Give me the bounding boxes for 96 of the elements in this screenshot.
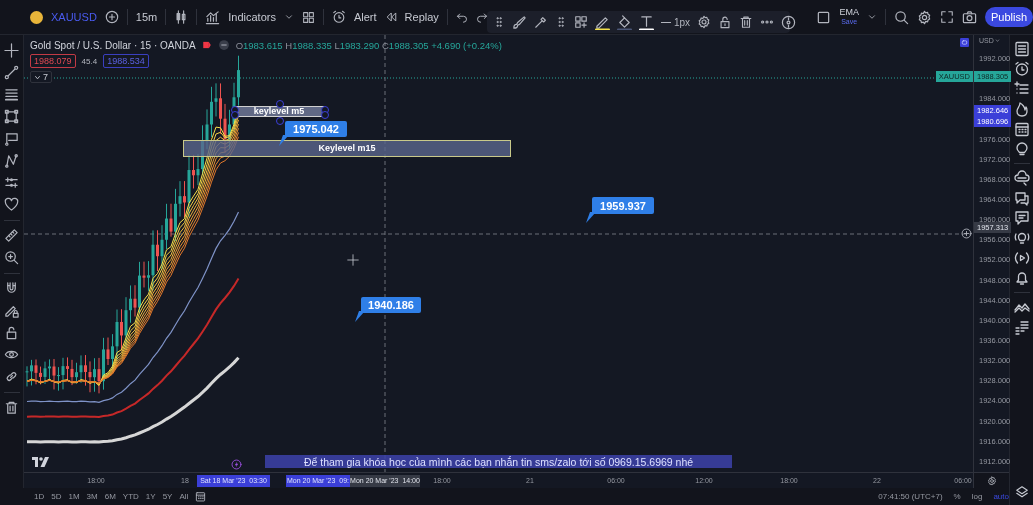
- flag-shape-icon[interactable]: [4, 130, 19, 146]
- settings-icon[interactable]: [916, 9, 932, 25]
- range-button[interactable]: 1D: [34, 492, 45, 501]
- chat-lines-icon[interactable]: [1013, 210, 1030, 226]
- target-icon[interactable]: [781, 14, 797, 30]
- scale-option[interactable]: log: [971, 492, 983, 501]
- chat-icon[interactable]: [1013, 190, 1030, 206]
- settings-icon[interactable]: [986, 475, 997, 486]
- range-button[interactable]: 5Y: [162, 492, 173, 501]
- redo-icon[interactable]: [475, 11, 488, 23]
- symbol-logo-icon: [30, 10, 43, 24]
- range-button[interactable]: YTD: [122, 492, 139, 501]
- settings-icon[interactable]: [697, 15, 712, 29]
- interval-button[interactable]: 15m: [135, 11, 158, 23]
- unlock-icon[interactable]: [718, 15, 733, 29]
- lightbulb-icon[interactable]: [1013, 141, 1030, 157]
- scale-option[interactable]: %: [953, 492, 961, 501]
- selection-handle[interactable]: [276, 100, 284, 108]
- price-callout[interactable]: 1940.186: [361, 297, 421, 313]
- undo-icon[interactable]: [455, 11, 468, 23]
- indicators-button[interactable]: Indicators: [228, 11, 276, 23]
- camera-icon[interactable]: [961, 9, 977, 25]
- lightbulb-waves-icon[interactable]: [1013, 230, 1030, 246]
- chevron-down-icon[interactable]: [283, 12, 294, 22]
- pencil-icon[interactable]: [595, 14, 610, 30]
- zigzag-pattern-icon[interactable]: [4, 152, 19, 168]
- alarm-clock-icon[interactable]: [331, 10, 346, 24]
- spread-value: 45.4: [81, 56, 98, 66]
- lock-icon[interactable]: [4, 324, 19, 340]
- go-to-date-icon[interactable]: [195, 491, 207, 502]
- range-button[interactable]: 6M: [104, 492, 116, 501]
- trash-icon[interactable]: [4, 399, 19, 415]
- add-icon[interactable]: [104, 10, 119, 24]
- trash-icon[interactable]: [739, 15, 754, 29]
- line-width-button[interactable]: 1px: [661, 16, 691, 28]
- alert-button[interactable]: Alert: [353, 11, 377, 23]
- chevron-down-icon[interactable]: [866, 12, 877, 22]
- text-icon[interactable]: [639, 14, 654, 30]
- square-icon[interactable]: [816, 9, 832, 25]
- horizontal-lines-icon[interactable]: [4, 86, 19, 102]
- range-button[interactable]: 3M: [86, 492, 98, 501]
- drag-handle-icon[interactable]: [493, 16, 505, 28]
- measure-icon[interactable]: [4, 174, 19, 190]
- publish-button[interactable]: Publish: [984, 7, 1033, 27]
- logo[interactable]: [32, 457, 49, 467]
- alarm-clock-icon[interactable]: [1013, 61, 1030, 77]
- rectangle-drawing[interactable]: Keylevel m15: [183, 140, 511, 157]
- clock: 07:41:50 (UTC+7): [878, 492, 943, 501]
- zoom-in-icon[interactable]: [4, 249, 19, 265]
- calendar-icon[interactable]: [1013, 121, 1030, 137]
- chart-title: Gold Spot / U.S. Dollar · 15 · OANDA: [30, 39, 196, 51]
- price-callout[interactable]: 1975.042: [285, 121, 347, 137]
- price-callout[interactable]: 1959.937: [592, 197, 654, 214]
- flame-icon[interactable]: [1013, 101, 1030, 117]
- crosshair-icon[interactable]: [4, 42, 19, 58]
- drag-handle-icon[interactable]: [555, 16, 567, 28]
- grid-icon[interactable]: [301, 10, 315, 24]
- crosshair-cursor-icon: [347, 254, 359, 266]
- grid-list-icon[interactable]: [1013, 319, 1030, 335]
- ohlc-values: O1983.615 H1988.335 L1983.290 C1988.305 +4.690 (+0.24%): [235, 39, 502, 51]
- selection-handle[interactable]: [276, 117, 284, 125]
- subtitle-banner: Để tham gia khóa học của mình các bạn nhắn tin sms/zalo tới số 0969.15.6969 nhé: [265, 455, 732, 468]
- range-button[interactable]: 1M: [68, 492, 80, 501]
- candlestick-icon[interactable]: [174, 10, 189, 24]
- lightning-icon[interactable]: [231, 459, 242, 470]
- add-icon[interactable]: [961, 228, 972, 239]
- broadcast-icon[interactable]: [1013, 250, 1030, 266]
- magnet-icon[interactable]: [4, 280, 19, 296]
- heart-icon[interactable]: [4, 196, 19, 212]
- ruler-icon[interactable]: [4, 227, 19, 243]
- brush-icon[interactable]: [512, 14, 527, 30]
- range-button[interactable]: 1Y: [145, 492, 156, 501]
- minus-icon[interactable]: [217, 39, 230, 51]
- chevron-down-icon: [34, 73, 41, 81]
- fullscreen-icon[interactable]: [939, 10, 954, 24]
- range-button[interactable]: 5D: [51, 492, 62, 501]
- buy-button[interactable]: 1988.534: [103, 54, 149, 68]
- rewind-icon[interactable]: [384, 11, 397, 23]
- search-icon[interactable]: [893, 9, 909, 25]
- rectangle-icon[interactable]: [4, 108, 19, 124]
- flag-icon[interactable]: [201, 40, 212, 50]
- symbol-name[interactable]: XAUUSD: [51, 11, 97, 23]
- sell-button[interactable]: 1988.079: [30, 54, 76, 68]
- list-plus-icon[interactable]: [1013, 81, 1030, 97]
- color-picker-icon[interactable]: [534, 15, 548, 29]
- template-icon[interactable]: [574, 15, 588, 29]
- range-button[interactable]: All: [179, 492, 189, 501]
- indicators-collapse-button[interactable]: 7: [30, 71, 52, 83]
- trend-line-icon[interactable]: [4, 64, 19, 80]
- chevron-down-icon: [994, 38, 1000, 43]
- chart-bars-icon[interactable]: [205, 9, 221, 25]
- replay-button[interactable]: Replay: [404, 11, 439, 23]
- cloud-icon[interactable]: [1013, 170, 1030, 186]
- layers-icon[interactable]: [1014, 485, 1029, 499]
- watchlist-icon[interactable]: [1013, 41, 1030, 57]
- paint-bucket-icon[interactable]: [617, 14, 632, 30]
